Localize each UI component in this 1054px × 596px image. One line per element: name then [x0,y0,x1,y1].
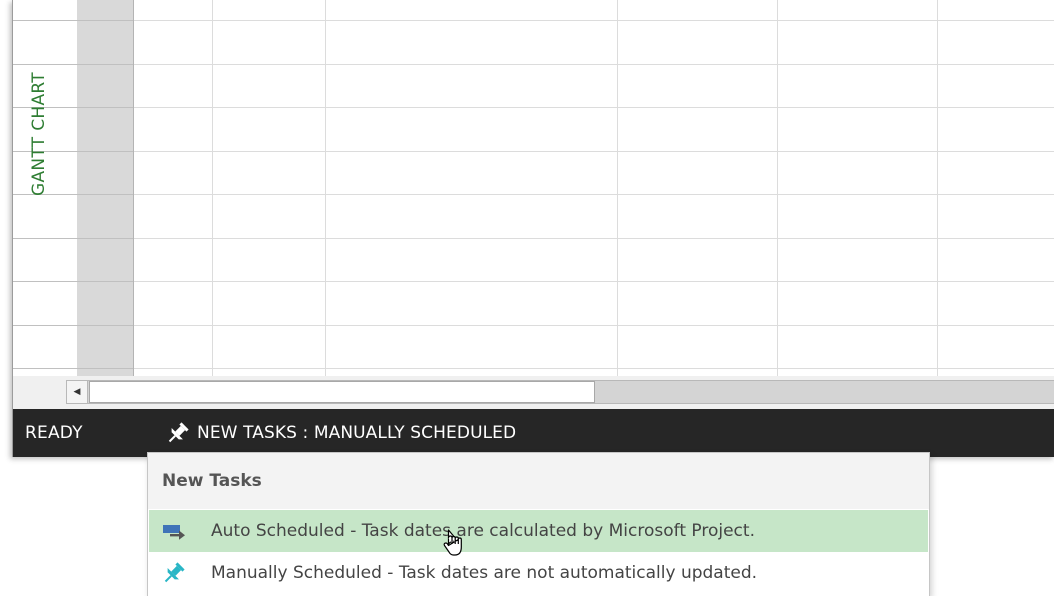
view-bar-line [13,64,133,65]
triangle-left-icon: ◀ [73,387,81,397]
grid-column-line [777,0,778,376]
grid-row-line [134,107,1054,108]
view-bar: GANTT CHART [13,0,134,376]
grid-row-line [134,64,1054,65]
view-label-gantt-chart[interactable]: GANTT CHART [29,72,49,196]
view-bar-line [13,238,133,239]
grid-row-line [134,281,1054,282]
grid-column-line [325,0,326,376]
grid-column-line [212,0,213,376]
scrollbar-thumb[interactable] [89,381,595,403]
task-grid[interactable] [134,0,1054,376]
grid-row-line [134,194,1054,195]
menu-item-manually-scheduled[interactable]: Manually Scheduled - Task dates are not … [149,552,928,594]
grid-row-line [134,325,1054,326]
pushpin-icon [165,421,191,445]
new-tasks-mode-button[interactable]: NEW TASKS : MANUALLY SCHEDULED [165,409,516,457]
new-tasks-menu: New Tasks Auto Scheduled - Task dates ar… [147,452,930,596]
menu-item-label: Manually Scheduled - Task dates are not … [211,563,758,583]
pushpin-icon [159,560,189,586]
menu-item-label: Auto Scheduled - Task dates are calculat… [211,521,755,541]
status-bar: READY NEW TASKS : MANUALLY SCHEDULED [13,409,1054,457]
grid-column-line [617,0,618,376]
auto-scheduled-task-icon [159,521,189,541]
view-bar-line [13,325,133,326]
project-window: GANTT CHART ◀ READY NEW TASKS: MANUALLY… [12,0,1054,457]
view-bar-shade [77,0,133,376]
grid-row-line [134,238,1054,239]
grid-row-line [134,368,1054,369]
grid-row-line [134,20,1054,21]
scroll-left-button[interactable]: ◀ [66,380,88,404]
grid-row-line [134,151,1054,152]
grid-column-line [937,0,938,376]
view-bar-line [13,368,133,369]
new-tasks-mode-label: NEW TASKS : MANUALLY SCHEDULED [197,423,517,443]
menu-item-auto-scheduled[interactable]: Auto Scheduled - Task dates are calculat… [149,510,928,552]
status-ready: READY [25,423,83,443]
view-bar-line [13,281,133,282]
new-tasks-menu-header: New Tasks [148,453,929,509]
view-bar-line [13,20,133,21]
horizontal-scrollbar[interactable]: ◀ [13,376,1054,409]
